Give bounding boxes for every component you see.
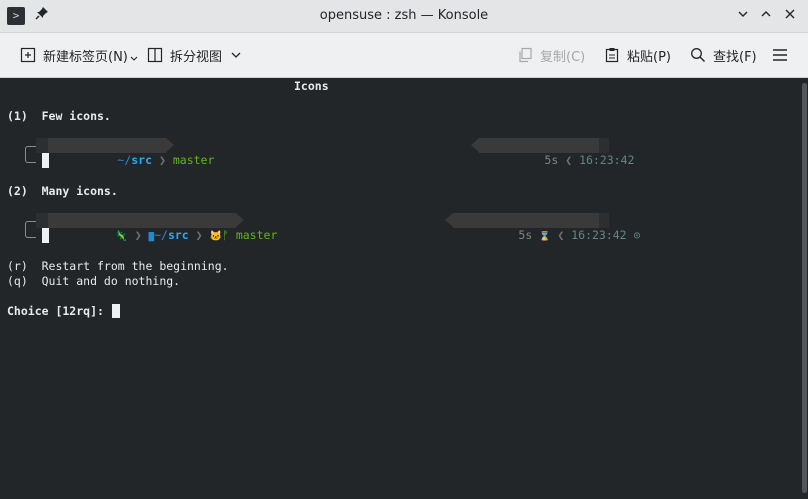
prompt-frame-fill [36, 213, 48, 228]
chevron-down-icon [231, 52, 241, 58]
prompt-left-segment: 🦎 ❯ ▇~/src ❯ 🐱ᚠ master [48, 213, 277, 242]
scrollbar-thumb[interactable] [802, 83, 807, 493]
prompt-cursor [42, 153, 49, 168]
prompt-few-second-line [0, 153, 808, 168]
copy-label: 复制(C) [540, 49, 586, 65]
copy-button[interactable]: 复制(C) [517, 43, 585, 67]
prompt-right-arrow [445, 213, 453, 227]
chevron-down-icon [130, 56, 138, 61]
option-restart: (r) Restart from the beginning. [7, 259, 229, 273]
terminal-cursor[interactable] [112, 304, 120, 318]
paste-button[interactable]: 粘贴(P) [604, 43, 671, 67]
split-view-icon [147, 47, 163, 63]
hamburger-menu-button[interactable] [772, 43, 795, 67]
search-icon [691, 48, 706, 63]
prompt-left-arrow [236, 213, 244, 227]
konsole-window: > opensuse : zsh — Konsole 新建标签页(N) 拆分视图 [0, 0, 808, 499]
hamburger-menu-icon [773, 49, 787, 61]
terminal-heading: Icons [294, 79, 329, 93]
chevron-down-icon[interactable] [734, 7, 752, 25]
toolbar: 新建标签页(N) 拆分视图 复制(C) 粘贴(P) 查找(F) [0, 33, 808, 78]
prompt-frame-fill [36, 138, 48, 153]
option-few-icons: (1) Few icons. [7, 109, 111, 123]
prompt-frame-fill [599, 213, 609, 228]
scrollbar[interactable] [800, 78, 808, 499]
find-button[interactable]: 查找(F) [690, 43, 757, 67]
prompt-left-segment: ~/src ❯ master [48, 138, 214, 167]
prompt-right-segment: 5s ❮ 16:23:42 [479, 138, 634, 167]
new-tab-icon [20, 47, 36, 63]
prompt-frame-fill [599, 138, 609, 153]
option-quit: (q) Quit and do nothing. [7, 274, 181, 288]
paste-label: 粘贴(P) [627, 49, 671, 65]
copy-icon [519, 47, 532, 63]
choice-prompt: Choice [12rq]: [7, 304, 111, 318]
terminal-area[interactable]: Icons (1) Few icons. ~/src ❯ master 5s ❮… [0, 78, 808, 499]
find-label: 查找(F) [713, 49, 757, 65]
new-tab-label: 新建标签页(N) [43, 49, 128, 65]
chevron-up-icon[interactable] [757, 7, 775, 25]
prompt-right-segment: 5s ⌛ ❮ 16:23:42 ⊙ [453, 213, 640, 242]
window-title: opensuse : zsh — Konsole [319, 8, 489, 23]
prompt-right-arrow [471, 138, 479, 152]
title-bar: > opensuse : zsh — Konsole [0, 0, 808, 33]
prompt-frame-bottom [25, 153, 36, 163]
close-icon[interactable] [781, 7, 799, 25]
option-many-icons: (2) Many icons. [7, 184, 118, 198]
prompt-preview-few: ~/src ❯ master 5s ❮ 16:23:42 [0, 138, 808, 167]
prompt-preview-many: 🦎 ❯ ▇~/src ❯ 🐱ᚠ master 5s ⌛ ❮ 16:23:42 ⊙ [0, 213, 808, 242]
prompt-frame-bottom [25, 228, 36, 238]
paste-icon [605, 48, 619, 63]
prompt-cursor [42, 228, 49, 243]
new-tab-button[interactable]: 新建标签页(N) [20, 43, 138, 67]
prompt-many-second-line [0, 228, 808, 243]
split-view-button[interactable]: 拆分视图 [147, 43, 242, 67]
split-view-label: 拆分视图 [170, 49, 223, 65]
prompt-left-arrow [166, 138, 174, 152]
